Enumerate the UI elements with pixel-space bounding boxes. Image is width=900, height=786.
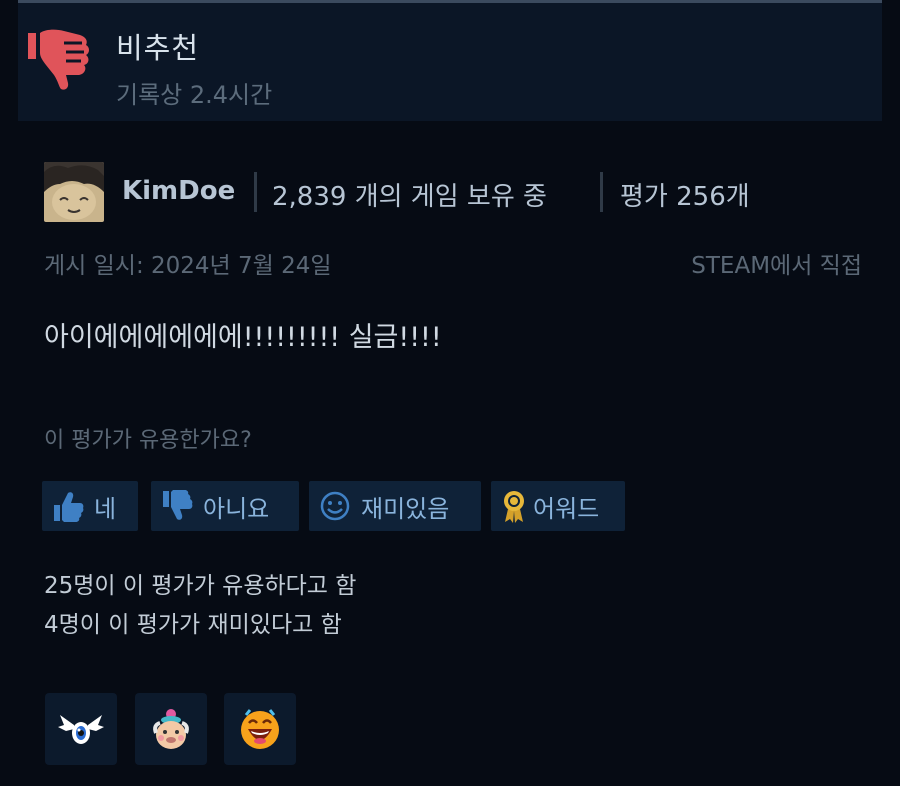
review-header: 비추천 기록상 2.4시간: [18, 3, 882, 121]
vote-no-button[interactable]: 아니요: [151, 481, 299, 531]
review-verdict: 비추천: [116, 31, 200, 65]
thumbs-down-icon: [28, 29, 89, 90]
author-name[interactable]: KimDoe: [122, 176, 235, 206]
award-label: 어워드: [533, 494, 600, 523]
purchase-source: STEAM에서 직접: [691, 253, 862, 279]
vote-no-label: 아니요: [203, 494, 270, 523]
vote-yes-label: 네: [94, 494, 117, 523]
funny-count: 4명이 이 평가가 재미있다고 함: [44, 612, 342, 638]
vote-funny-label: 재미있음: [361, 494, 450, 523]
author-row: KimDoe 2,839 개의 게임 보유 중 평가 256개: [44, 162, 864, 224]
laughing-face-award-icon: [241, 709, 279, 749]
helpful-count: 25명이 이 평가가 유용하다고 함: [44, 573, 357, 599]
award-medal-icon: [504, 491, 524, 523]
divider: [254, 172, 257, 212]
review-count[interactable]: 평가 256개: [620, 176, 750, 213]
winged-eye-award-icon: [58, 715, 104, 744]
thumbs-down-icon: [163, 490, 193, 520]
playtime-hours: 기록상 2.4시간: [116, 81, 273, 109]
posted-date: 게시 일시: 2024년 7월 24일: [44, 253, 332, 279]
award-badge[interactable]: [45, 693, 117, 765]
helpful-question: 이 평가가 유용한가요?: [44, 428, 252, 453]
award-badge[interactable]: [135, 693, 207, 765]
thumbs-up-icon: [54, 492, 84, 522]
smiley-icon: [320, 491, 350, 521]
vote-funny-button[interactable]: 재미있음: [309, 481, 481, 531]
avatar[interactable]: [44, 162, 104, 222]
old-man-face-award-icon: [153, 709, 189, 749]
award-badge[interactable]: [224, 693, 296, 765]
divider: [600, 172, 603, 212]
review-body: 아이에에에에에에!!!!!!!!! 실금!!!!: [44, 322, 442, 353]
games-owned[interactable]: 2,839 개의 게임 보유 중: [272, 176, 547, 213]
award-button[interactable]: 어워드: [491, 481, 625, 531]
vote-yes-button[interactable]: 네: [42, 481, 138, 531]
